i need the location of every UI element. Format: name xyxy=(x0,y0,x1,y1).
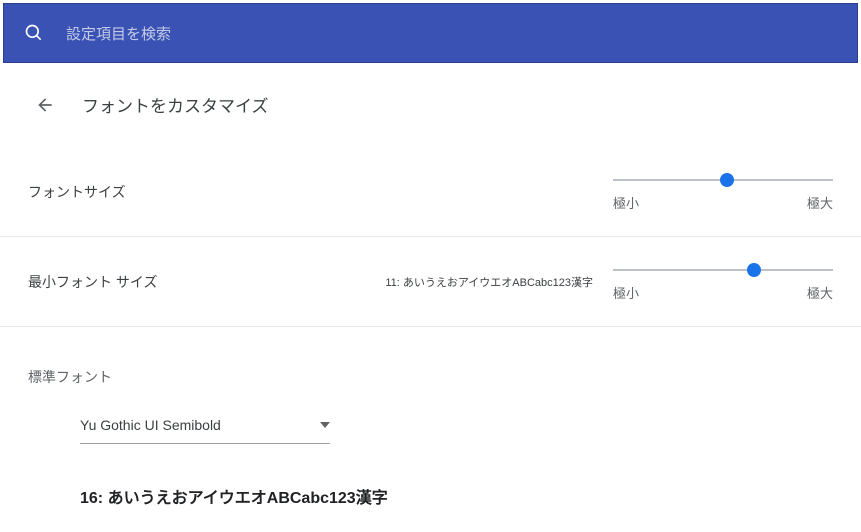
slider-min-label: 極小 xyxy=(613,193,639,212)
standard-font-value: Yu Gothic UI Semibold xyxy=(80,417,221,433)
font-size-slider-container: 極小 極大 xyxy=(613,171,833,212)
min-font-size-slider-container: 極小 極大 xyxy=(613,261,833,302)
min-font-size-slider-thumb[interactable] xyxy=(747,263,761,277)
slider-max-label: 極大 xyxy=(807,283,833,302)
standard-font-select-row: Yu Gothic UI Semibold xyxy=(0,403,861,460)
font-size-label: フォントサイズ xyxy=(28,182,308,202)
font-size-row: フォントサイズ 極小 極大 xyxy=(0,147,861,237)
standard-font-select[interactable]: Yu Gothic UI Semibold xyxy=(80,411,330,444)
search-icon xyxy=(24,23,44,43)
search-bar[interactable]: 設定項目を検索 xyxy=(3,3,858,63)
min-font-size-slider-labels: 極小 極大 xyxy=(613,283,833,302)
standard-font-section-label: 標準フォント xyxy=(0,327,861,403)
slider-min-label: 極小 xyxy=(613,283,639,302)
chevron-down-icon xyxy=(320,420,330,430)
page-title: フォントをカスタマイズ xyxy=(82,92,269,117)
back-button[interactable] xyxy=(34,94,56,116)
slider-max-label: 極大 xyxy=(807,193,833,212)
settings-content: フォントをカスタマイズ フォントサイズ 極小 極大 最小フォント サイズ 11:… xyxy=(0,66,861,516)
search-placeholder: 設定項目を検索 xyxy=(66,23,171,44)
font-size-slider-thumb[interactable] xyxy=(720,173,734,187)
min-font-size-slider[interactable] xyxy=(613,269,833,271)
font-size-slider-labels: 極小 極大 xyxy=(613,193,833,212)
page-header: フォントをカスタマイズ xyxy=(0,66,861,147)
min-font-size-label: 最小フォント サイズ xyxy=(28,272,308,292)
font-size-slider[interactable] xyxy=(613,179,833,181)
min-font-size-preview: 11: あいうえおアイウエオABCabc123漢字 xyxy=(308,274,613,290)
standard-font-preview: 16: あいうえおアイウエオABCabc123漢字 xyxy=(0,460,861,516)
min-font-size-row: 最小フォント サイズ 11: あいうえおアイウエオABCabc123漢字 極小 … xyxy=(0,237,861,327)
